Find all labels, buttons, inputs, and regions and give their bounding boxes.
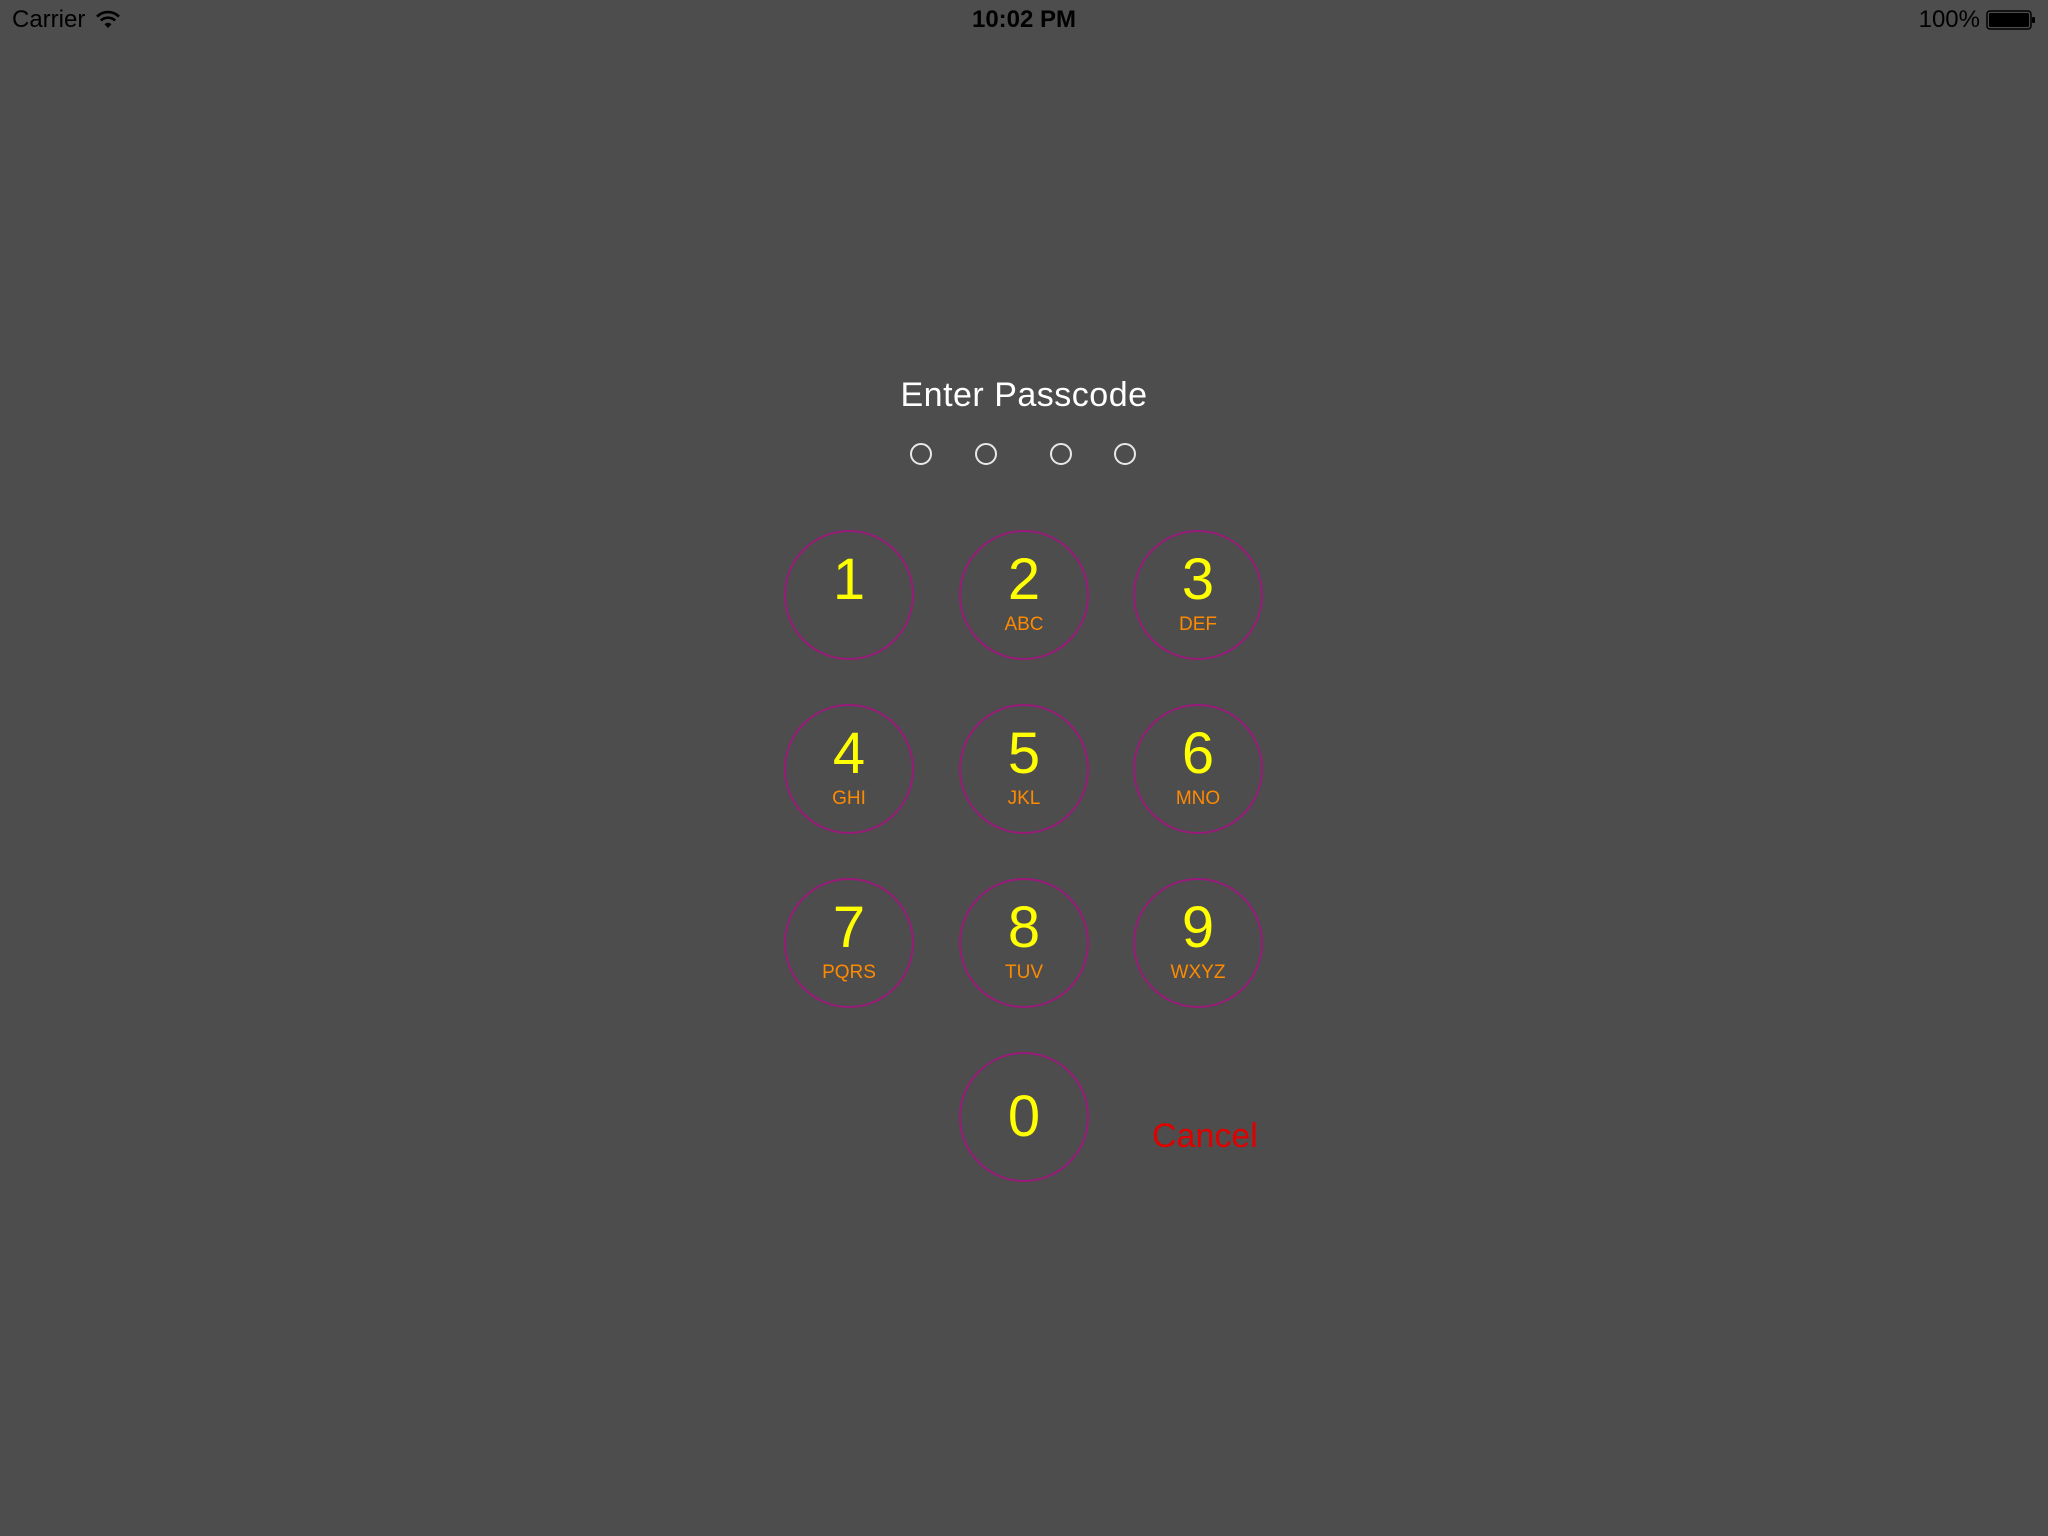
- key-6[interactable]: 6 MNO: [1133, 704, 1263, 834]
- key-digit: 9: [1181, 895, 1215, 960]
- passcode-dot-1: [910, 443, 932, 465]
- battery-percent: 100%: [1918, 6, 1980, 33]
- key-letters: TUV: [1005, 962, 1043, 983]
- cancel-button[interactable]: Cancel: [1152, 1117, 1258, 1156]
- key-digit: 5: [1007, 721, 1041, 786]
- key-digit: 8: [1007, 895, 1041, 960]
- key-letters: JKL: [1007, 788, 1041, 809]
- key-digit: 2: [1007, 547, 1041, 612]
- key-letters: GHI: [832, 788, 866, 809]
- key-letters: MNO: [1175, 788, 1221, 809]
- battery-indicator: 100%: [1919, 6, 2036, 34]
- key-letters: WXYZ: [1170, 962, 1226, 983]
- status-bar: Carrier 10:02 PM 100%: [0, 0, 2048, 40]
- passcode-dot-4: [1114, 443, 1136, 465]
- key-7[interactable]: 7 PQRS: [784, 878, 914, 1008]
- key-digit: 1: [832, 547, 866, 612]
- key-1[interactable]: 1: [784, 530, 914, 660]
- key-5[interactable]: 5 JKL: [959, 704, 1089, 834]
- passcode-title: Enter Passcode: [900, 376, 1148, 414]
- key-9[interactable]: 9 WXYZ: [1133, 878, 1263, 1008]
- status-time: 10:02 PM: [971, 6, 1077, 33]
- key-3[interactable]: 3 DEF: [1133, 530, 1263, 660]
- passcode-screen: Carrier 10:02 PM 100% Enter Passcode 1 2…: [0, 0, 2048, 1536]
- key-letters: ABC: [1004, 614, 1044, 635]
- passcode-dot-2: [975, 443, 997, 465]
- key-letters: PQRS: [822, 962, 876, 983]
- key-digit: 0: [1007, 1084, 1041, 1149]
- key-4[interactable]: 4 GHI: [784, 704, 914, 834]
- key-0[interactable]: 0: [959, 1052, 1089, 1182]
- battery-icon: [1986, 10, 2035, 30]
- key-letters: DEF: [1179, 614, 1217, 635]
- key-2[interactable]: 2 ABC: [959, 530, 1089, 660]
- key-digit: 7: [832, 895, 866, 960]
- key-8[interactable]: 8 TUV: [959, 878, 1089, 1008]
- key-digit: 3: [1181, 547, 1215, 612]
- passcode-dot-3: [1050, 443, 1072, 465]
- key-digit: 6: [1181, 721, 1215, 786]
- key-digit: 4: [832, 721, 866, 786]
